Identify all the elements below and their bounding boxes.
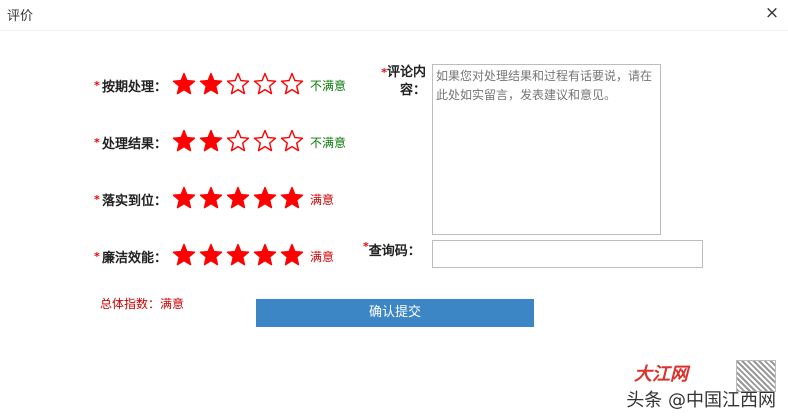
star-empty-icon[interactable] [253,129,277,153]
star-empty-icon[interactable] [226,72,250,96]
dialog-title: 评价 [7,9,34,24]
dialog-titlebar: 评价 × [0,0,788,31]
star-filled-icon[interactable] [253,186,277,210]
star-filled-icon[interactable] [199,72,223,96]
star-filled-icon[interactable] [226,186,250,210]
submit-button[interactable]: 确认提交 [256,299,534,327]
query-code-input[interactable] [432,240,703,268]
comment-textarea[interactable] [432,64,661,235]
required-mark: * [94,79,100,92]
comment-label-text: 评论内容： [386,65,426,98]
query-code-label-text: 查询码： [368,244,421,259]
star-empty-icon[interactable] [280,72,304,96]
star-filled-icon[interactable] [280,243,304,267]
star-filled-icon[interactable] [280,186,304,210]
rating-label: 廉洁效能： [102,251,168,266]
star-empty-icon[interactable] [226,129,250,153]
star-filled-icon[interactable] [172,72,196,96]
rating-label: 处理结果： [102,137,168,152]
required-mark: * [94,193,100,206]
query-code-label: *查询码： [363,240,421,259]
watermark-logo: 大江网 [634,364,688,385]
star-filled-icon[interactable] [172,129,196,153]
close-icon[interactable]: × [762,3,782,23]
required-mark: * [94,136,100,149]
required-mark: * [94,250,100,263]
watermark-text: 头条 @中国江西网 [626,390,776,411]
comment-label: *评论内容： [376,64,426,100]
star-filled-icon[interactable] [199,186,223,210]
rating-label: 落实到位： [102,194,168,209]
star-filled-icon[interactable] [199,243,223,267]
rating-result-text: 满意 [310,193,335,207]
star-filled-icon[interactable] [172,186,196,210]
star-filled-icon[interactable] [253,243,277,267]
rating-result-text: 不满意 [310,79,347,93]
rating-result-text: 不满意 [310,136,347,150]
star-filled-icon[interactable] [199,129,223,153]
watermark: 大江网 头条 @中国江西网 [578,360,778,412]
rating-result-text: 满意 [310,250,335,264]
rating-label: 按期处理： [102,80,168,95]
star-filled-icon[interactable] [226,243,250,267]
overall-index: 总体指数：满意 [100,297,185,311]
star-empty-icon[interactable] [253,72,277,96]
star-empty-icon[interactable] [280,129,304,153]
star-filled-icon[interactable] [172,243,196,267]
